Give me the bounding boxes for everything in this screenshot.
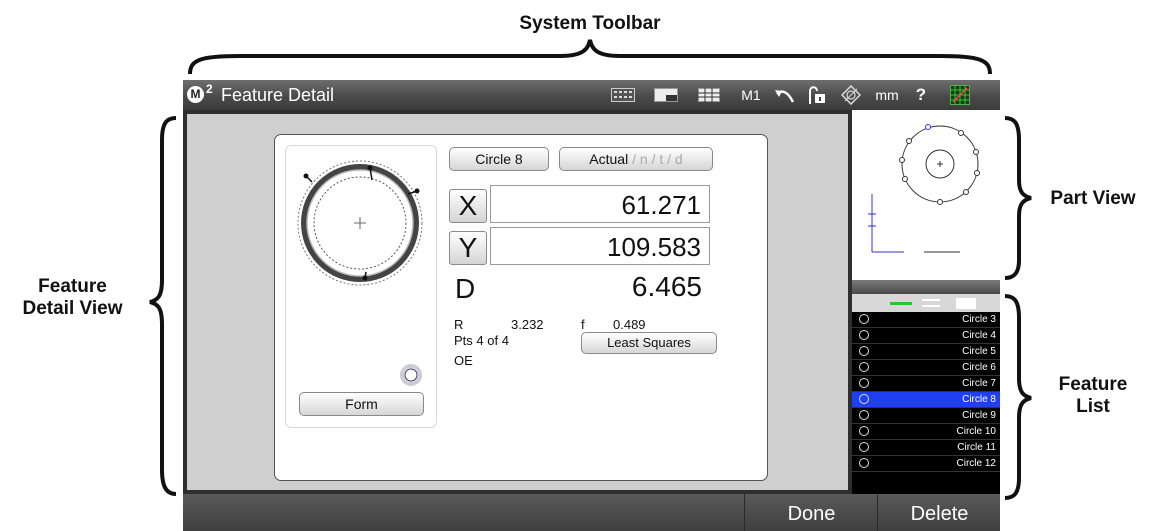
feature-list-item-label: Circle 7 xyxy=(962,378,996,389)
annotation-feature-detail-view: Feature Detail View xyxy=(0,276,145,320)
window-icon[interactable] xyxy=(652,84,680,106)
form-button[interactable]: Form xyxy=(299,392,424,416)
feature-list-item-label: Circle 4 xyxy=(962,330,996,341)
list-tab-green[interactable] xyxy=(890,302,912,305)
feature-list-item[interactable]: Circle 11 xyxy=(852,440,1000,456)
grid-icon[interactable] xyxy=(947,84,973,106)
feature-list-item-label: Circle 9 xyxy=(962,410,996,421)
feature-list-tabs xyxy=(852,294,1000,312)
lock-icon[interactable] xyxy=(803,84,829,106)
feature-list-item-label: Circle 11 xyxy=(957,442,996,453)
x-axis-button[interactable]: X xyxy=(449,189,487,223)
annotation-feature-list-line1: Feature xyxy=(1058,374,1128,395)
mode-other-label: / n / t / d xyxy=(628,151,683,167)
points-count: Pts 4 of 4 xyxy=(454,333,509,348)
feature-list-item-label: Circle 5 xyxy=(962,346,996,357)
feature-name-button[interactable]: Circle 8 xyxy=(449,147,549,171)
annotation-feature-detail-view-line1: Feature xyxy=(38,276,107,297)
annotation-part-view: Part View xyxy=(1050,188,1136,209)
circle-feature-icon xyxy=(859,346,869,356)
undo-icon[interactable] xyxy=(771,84,797,106)
feature-detail-view: Form Circle 8 Actual / n / t / d X 61.27… xyxy=(183,110,852,494)
feature-list-item-label: Circle 8 xyxy=(962,394,996,405)
keypad-icon[interactable] xyxy=(609,84,637,106)
feature-list-item-label: Circle 12 xyxy=(956,458,996,469)
m1-button[interactable]: M1 xyxy=(738,84,764,106)
form-f-label: f xyxy=(581,317,585,332)
form-f-value: 0.489 xyxy=(613,317,646,332)
feature-detail-panel: Form Circle 8 Actual / n / t / d X 61.27… xyxy=(274,134,768,481)
circle-feature-icon xyxy=(859,378,869,388)
least-squares-button[interactable]: Least Squares xyxy=(581,332,717,354)
feature-list-item[interactable]: Circle 9 xyxy=(852,408,1000,424)
feature-list-item-label: Circle 6 xyxy=(962,362,996,373)
circle-graphic xyxy=(297,160,423,386)
radius-label: R xyxy=(454,317,464,332)
oe-label: OE xyxy=(454,353,473,368)
feature-list-item[interactable]: Circle 8 xyxy=(852,392,1000,408)
circle-feature-icon xyxy=(859,330,869,340)
y-axis-button[interactable]: Y xyxy=(449,231,487,265)
probe-icon[interactable] xyxy=(838,84,864,106)
feature-list-item[interactable]: Circle 12 xyxy=(852,456,1000,472)
annotation-feature-detail-view-line2: Detail View xyxy=(22,298,123,319)
circle-feature-icon xyxy=(859,426,869,436)
done-button[interactable]: Done xyxy=(744,494,878,531)
application-window: M 2 Feature Detail M1 mm ? Form Circle 8… xyxy=(183,80,1000,531)
delete-button[interactable]: Delete xyxy=(877,494,1000,531)
mode-button[interactable]: Actual / n / t / d xyxy=(559,147,713,171)
x-value-field[interactable]: 61.271 xyxy=(490,185,710,223)
circle-graphic-card: Form xyxy=(285,145,437,428)
annotation-feature-list-line2: List xyxy=(1076,396,1110,417)
feature-list[interactable]: Circle 3 Circle 4 Circle 5 Circle 6 Circle 7… xyxy=(852,312,1000,494)
diameter-value: 6.465 xyxy=(631,271,702,302)
feature-list-item[interactable]: Circle 7 xyxy=(852,376,1000,392)
feature-list-item[interactable]: Circle 6 xyxy=(852,360,1000,376)
circle-feature-icon xyxy=(859,458,869,468)
mode-actual-label: Actual xyxy=(589,151,629,167)
list-tab-lines[interactable] xyxy=(922,299,940,307)
m2-logo: M xyxy=(187,86,204,103)
feature-list-item-label: Circle 10 xyxy=(956,426,996,437)
feature-list-item[interactable]: Circle 3 xyxy=(852,312,1000,328)
m2-logo-superscript: 2 xyxy=(206,82,213,96)
part-view-drawing xyxy=(868,124,980,253)
diameter-label: D xyxy=(455,273,476,304)
help-button[interactable]: ? xyxy=(910,84,932,106)
feature-list-item[interactable]: Circle 5 xyxy=(852,344,1000,360)
screen-title: Feature Detail xyxy=(221,85,335,105)
system-toolbar: M 2 Feature Detail M1 mm ? xyxy=(183,80,1000,110)
annotation-feature-list: Feature List xyxy=(1035,374,1151,418)
bottom-bar: Done Delete xyxy=(183,494,1000,531)
circle-feature-icon xyxy=(859,410,869,420)
circle-feature-icon xyxy=(859,314,869,324)
feature-list-item-label: Circle 3 xyxy=(962,314,996,325)
y-value-field[interactable]: 109.583 xyxy=(490,227,710,265)
circle-feature-icon xyxy=(859,442,869,452)
circle-feature-icon xyxy=(859,362,869,372)
table-icon[interactable] xyxy=(695,84,723,106)
feature-list-separator xyxy=(852,280,1000,294)
radius-value: 3.232 xyxy=(511,317,544,332)
units-button[interactable]: mm xyxy=(872,84,902,106)
list-tab-block[interactable] xyxy=(956,298,976,309)
feature-list-item[interactable]: Circle 10 xyxy=(852,424,1000,440)
feature-list-item[interactable]: Circle 4 xyxy=(852,328,1000,344)
circle-feature-icon xyxy=(859,394,869,404)
part-view[interactable] xyxy=(852,110,1000,280)
